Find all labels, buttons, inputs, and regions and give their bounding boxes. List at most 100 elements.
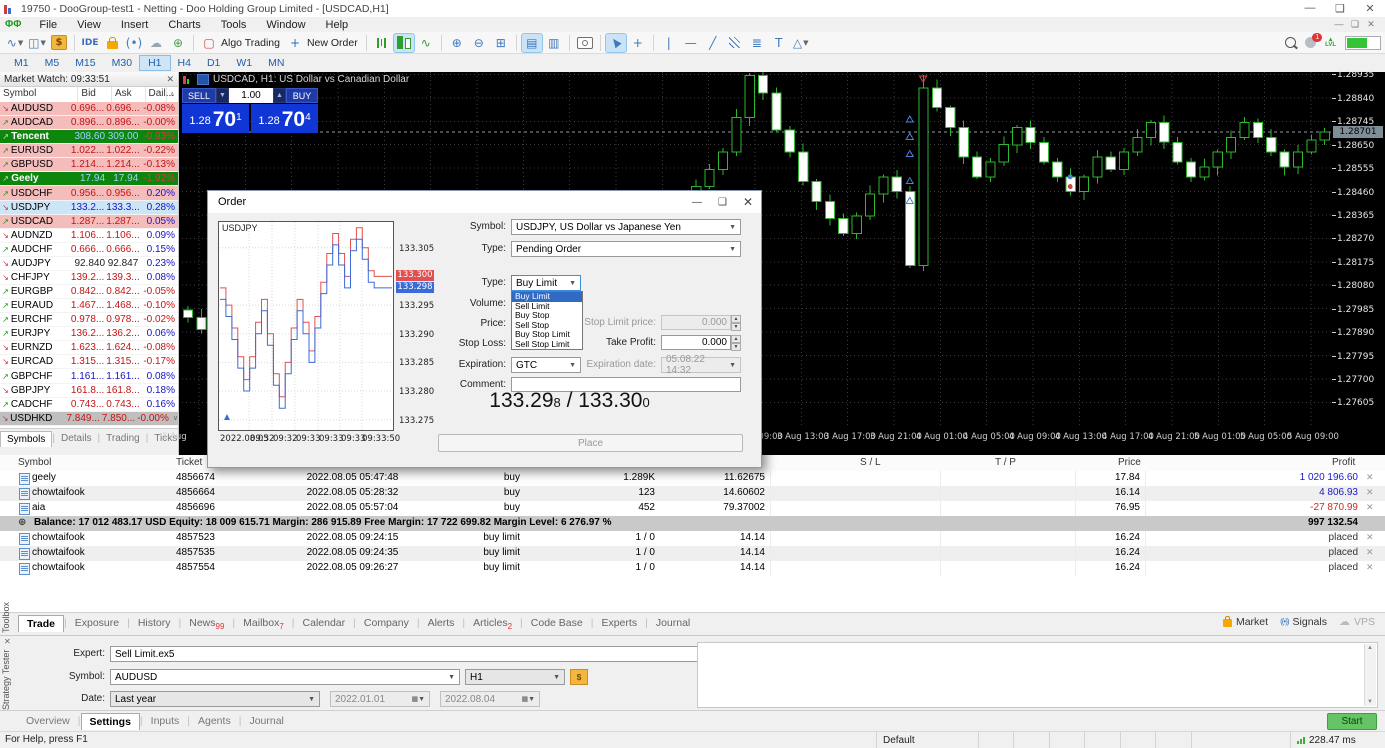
timeframe-m5[interactable]: M5 [37, 56, 68, 70]
menu-insert[interactable]: Insert [111, 19, 159, 31]
lock-icon[interactable] [102, 34, 122, 52]
timeframe-m15[interactable]: M15 [67, 56, 103, 70]
date-range-select[interactable]: Last year▼ [110, 691, 320, 707]
tester-deposit-icon[interactable]: $ [570, 669, 588, 685]
link-market[interactable]: Market [1223, 616, 1268, 628]
close-position-icon[interactable]: ✕ [1366, 562, 1374, 573]
toolbox-tab-news[interactable]: News99 [181, 615, 232, 633]
menu-window[interactable]: Window [256, 19, 315, 31]
tester-tab-overview[interactable]: Overview [18, 713, 78, 729]
bar-chart-icon[interactable] [372, 34, 392, 52]
chart-close-button[interactable]: ✕ [1363, 19, 1379, 30]
screenshot-icon[interactable] [575, 34, 595, 52]
market-watch-icon[interactable]: $ [49, 34, 69, 52]
market-watch-close-icon[interactable]: ✕ [166, 74, 174, 85]
broadcast-icon[interactable]: (•) [124, 34, 144, 52]
market-watch-row[interactable]: ↗USDCHF0.956...0.956...0.20% [0, 186, 178, 200]
date-to-input[interactable]: 2022.08.04▦▼ [440, 691, 540, 707]
stop-limit-spinner[interactable]: ▲▼ [731, 315, 741, 330]
new-order-button[interactable]: + [285, 34, 305, 52]
data-window-icon[interactable]: ▥ [544, 34, 564, 52]
toolbox-tab-alerts[interactable]: Alerts [420, 615, 463, 631]
market-watch-row[interactable]: ↗USDCAD1.287...1.287...0.05% [0, 215, 178, 229]
horizontal-line-icon[interactable]: — [681, 34, 701, 52]
close-position-icon[interactable]: ✕ [1366, 547, 1374, 558]
market-watch-row[interactable]: ↘AUDJPY92.84092.8470.23% [0, 257, 178, 271]
menu-charts[interactable]: Charts [158, 19, 210, 31]
market-watch-row[interactable]: ↗AUDCHF0.666...0.666...0.15% [0, 243, 178, 257]
line-chart-icon[interactable]: ∿ [416, 34, 436, 52]
market-watch-tab-details[interactable]: Details [55, 431, 98, 446]
mw-column-bid[interactable]: Bid [78, 87, 112, 102]
market-watch-row[interactable]: ↗AUDCAD0.896...0.896...-0.00% [0, 116, 178, 130]
window-minimize-button[interactable]: — [1295, 2, 1325, 15]
take-profit-input[interactable]: 0.000 [661, 335, 731, 350]
scroll-down-icon[interactable]: ∨ [173, 414, 178, 422]
toolbox-tab-company[interactable]: Company [356, 615, 417, 631]
sell-button[interactable]: SELL [182, 88, 216, 103]
timeframe-w1[interactable]: W1 [228, 56, 260, 70]
timeframe-mn[interactable]: MN [260, 56, 292, 70]
cursor-icon[interactable]: ▲ [606, 34, 626, 52]
market-watch-row[interactable]: ↘USDHKD7.849...7.850...-0.00%∨ [0, 412, 178, 426]
toolbox-tab-code-base[interactable]: Code Base [523, 615, 591, 631]
community-icon[interactable]: ⊕ [168, 34, 188, 52]
toolbox-tab-articles[interactable]: Articles2 [465, 615, 520, 633]
toolbox-tab-experts[interactable]: Experts [593, 615, 645, 631]
close-position-icon[interactable]: ✕ [1366, 472, 1374, 483]
close-position-icon[interactable]: ✕ [1366, 532, 1374, 543]
volume-increase-button[interactable]: ▲ [273, 88, 286, 103]
tester-symbol-select[interactable]: AUDUSD▼ [110, 669, 460, 685]
column-header-sl[interactable]: S / L [860, 457, 881, 468]
take-profit-spinner[interactable]: ▲▼ [731, 335, 741, 350]
dialog-close-button[interactable]: ✕ [743, 195, 753, 209]
toolbox-tab-calendar[interactable]: Calendar [295, 615, 354, 631]
tester-tab-journal[interactable]: Journal [241, 713, 291, 729]
channel-icon[interactable] [725, 34, 745, 52]
menu-view[interactable]: View [67, 19, 111, 31]
window-close-button[interactable]: ✕ [1355, 2, 1385, 15]
market-watch-row[interactable]: ↗Geely17.9417.94-1.92% [0, 172, 178, 186]
market-watch-row[interactable]: ↗EURJPY136.2...136.2...0.06% [0, 327, 178, 341]
toolbox-tab-history[interactable]: History [130, 615, 179, 631]
volume-decrease-button[interactable]: ▼ [216, 88, 229, 103]
menu-help[interactable]: Help [316, 19, 359, 31]
column-header-ticket[interactable]: Ticket [176, 457, 202, 468]
window-restore-button[interactable]: ❑ [1325, 2, 1355, 15]
order-symbol-select[interactable]: USDJPY, US Dollar vs Japanese Yen▼ [511, 219, 741, 235]
market-watch-row[interactable]: ↗EURAUD1.467...1.468...-0.10% [0, 299, 178, 313]
market-watch-row[interactable]: ↗EURGBP0.842...0.842...-0.05% [0, 285, 178, 299]
link-vps[interactable]: ☁VPS [1339, 615, 1375, 628]
chart-restore-button[interactable]: ❑ [1347, 19, 1363, 30]
toolbox-tab-journal[interactable]: Journal [648, 615, 698, 631]
trendline-icon[interactable]: ╱ [703, 34, 723, 52]
pending-type-select[interactable]: Buy Limit▼ [511, 275, 581, 291]
new-chart-icon[interactable]: ∿▼ [5, 34, 25, 52]
dialog-maximize-button[interactable]: ❑ [718, 197, 727, 208]
column-header-tp[interactable]: T / P [995, 457, 1016, 468]
chart-minimize-button[interactable]: — [1331, 19, 1347, 30]
ide-button[interactable]: IDE [80, 34, 100, 52]
market-watch-row[interactable]: ↘EURCAD1.315...1.315...-0.17% [0, 355, 178, 369]
expand-icon[interactable]: ⊕ [18, 517, 26, 528]
mw-column-ask[interactable]: Ask [112, 87, 146, 102]
market-watch-tab-trading[interactable]: Trading [100, 431, 146, 446]
trade-table-row[interactable]: chowtaifook48575232022.08.05 09:24:15buy… [0, 531, 1385, 546]
market-watch-row[interactable]: ↗EURCHF0.978...0.978...-0.02% [0, 313, 178, 327]
sell-price-quote[interactable]: 1.28701 [182, 104, 249, 133]
tester-scrollbar[interactable]: ▲▼ [1364, 644, 1376, 706]
indicator-window-icon[interactable]: ▤ [522, 34, 542, 52]
notifications-icon[interactable]: 1 [1305, 37, 1316, 48]
toolbox-tab-trade[interactable]: Trade [18, 615, 64, 632]
zoom-in-icon[interactable]: ⊕ [447, 34, 467, 52]
date-from-input[interactable]: 2022.01.01▦▼ [330, 691, 430, 707]
text-icon[interactable]: T [769, 34, 789, 52]
zoom-out-icon[interactable]: ⊖ [469, 34, 489, 52]
candlestick-chart-icon[interactable] [394, 34, 414, 52]
expiration-date-input[interactable]: 05.08.22 14:32▼ [661, 357, 741, 373]
menu-tools[interactable]: Tools [211, 19, 257, 31]
connection-status[interactable]: 228.47 ms [1290, 732, 1385, 748]
timeframe-m1[interactable]: M1 [6, 56, 37, 70]
shapes-icon[interactable]: △▼ [791, 34, 811, 52]
timeframe-h4[interactable]: H4 [170, 56, 199, 70]
